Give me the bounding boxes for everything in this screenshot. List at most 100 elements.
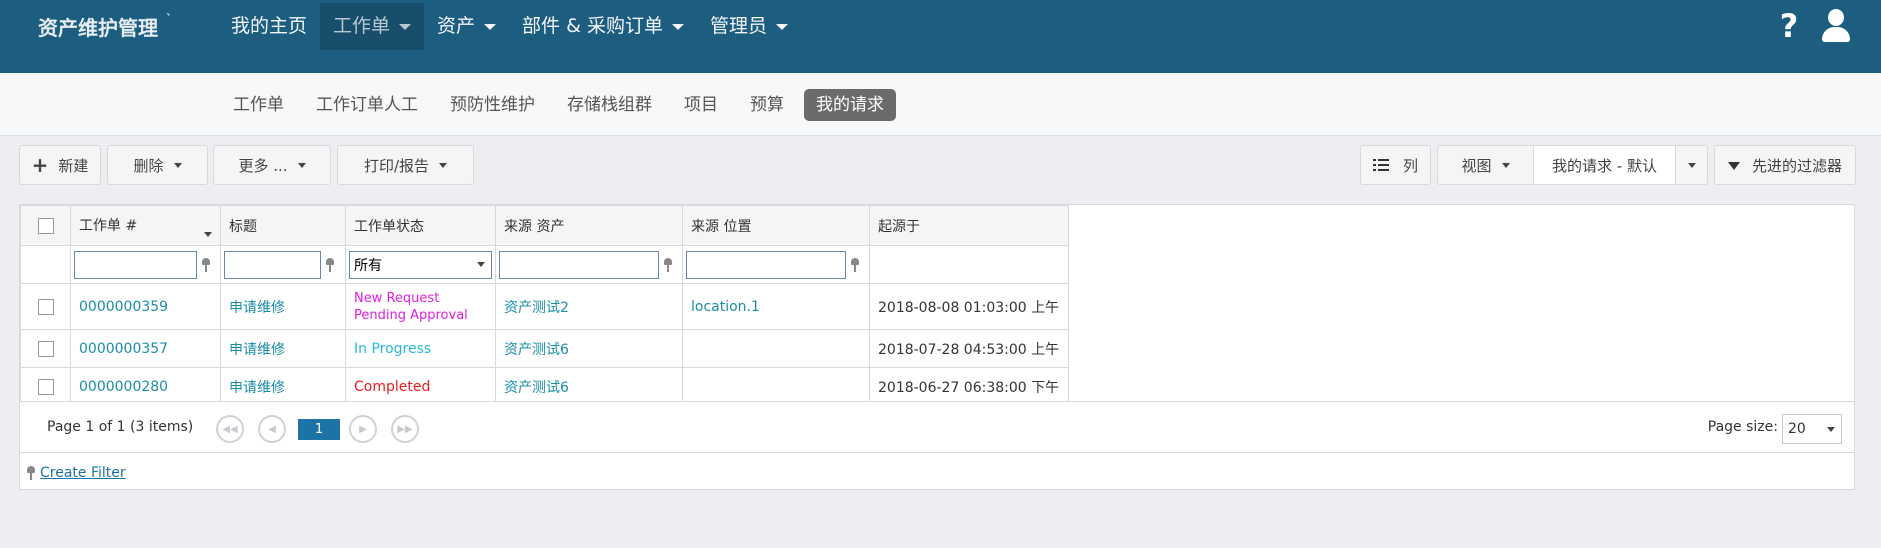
first-page-icon[interactable]: ◀◀: [216, 415, 244, 443]
work-order-number-cell[interactable]: 0000000280: [70, 367, 221, 406]
app-brand-title: 资产维护管理: [38, 16, 158, 40]
table-row[interactable]: 0000000357 申请维修 In Progress 资产测试6 2018-0…: [20, 329, 1069, 368]
delete-button[interactable]: 删除: [107, 145, 208, 185]
print-report-button[interactable]: 打印/报告: [337, 145, 474, 185]
app-brand-mark: `: [166, 12, 172, 26]
source-location-cell[interactable]: [682, 329, 870, 368]
work-order-grid: 工作单 # 标题 工作单状态 来源 资产 来源 位置 起源于 所有 000000…: [19, 204, 1855, 490]
view-button[interactable]: 视图: [1437, 145, 1534, 185]
advanced-filter-button[interactable]: 先进的过滤器: [1714, 145, 1856, 185]
nav-my-home[interactable]: 我的主页: [218, 3, 320, 50]
work-order-number-filter-input[interactable]: [74, 250, 197, 279]
col-header-label: 标题: [229, 218, 257, 235]
source-asset-cell[interactable]: 资产测试2: [495, 283, 683, 330]
nav-parts-purchase-orders[interactable]: 部件 & 采购订单: [509, 3, 697, 50]
view-dropdown-button[interactable]: [1675, 145, 1708, 185]
chevron-down-icon: [1827, 426, 1835, 432]
source-asset-filter-input[interactable]: [499, 250, 659, 279]
status-filter-value: 所有: [354, 257, 382, 274]
more-button[interactable]: 更多 ...: [213, 145, 331, 185]
work-order-table: 工作单 # 标题 工作单状态 来源 资产 来源 位置 起源于 所有 000000…: [20, 205, 1069, 406]
tab-work-orders[interactable]: 工作单: [221, 89, 296, 121]
sub-navbar: 工作单 工作订单人工 预防性维护 存储栈组群 项目 预算 我的请求: [0, 73, 1881, 136]
pin-icon: [26, 466, 36, 480]
origin-cell: 2018-07-28 04:53:00 上午: [869, 329, 1069, 368]
new-button[interactable]: + 新建: [19, 145, 101, 185]
columns-button[interactable]: 列: [1360, 145, 1431, 185]
col-header-work-order-number[interactable]: 工作单 #: [70, 205, 221, 246]
col-header-source-asset[interactable]: 来源 资产: [495, 205, 683, 246]
nav-assets[interactable]: 资产: [424, 3, 509, 50]
tab-preventive-maintenance[interactable]: 预防性维护: [438, 89, 547, 121]
pin-icon[interactable]: [201, 257, 211, 272]
select-all-checkbox[interactable]: [37, 217, 54, 234]
col-header-label: 工作单状态: [354, 218, 424, 235]
nav-admin[interactable]: 管理员: [697, 3, 801, 50]
pin-icon[interactable]: [663, 257, 673, 272]
tab-budgets[interactable]: 预算: [738, 89, 796, 121]
view-selector[interactable]: 我的请求 - 默认: [1533, 145, 1676, 185]
filter-cell: [495, 245, 683, 284]
source-location-cell[interactable]: [682, 367, 870, 406]
chevron-down-icon: [1501, 162, 1510, 168]
create-filter-link[interactable]: Create Filter: [40, 465, 126, 481]
list-icon: [1372, 159, 1389, 171]
tab-my-requests[interactable]: 我的请求: [804, 89, 896, 121]
origin-cell: 2018-06-27 06:38:00 下午: [869, 367, 1069, 406]
top-navbar: 资产维护管理 ` 我的主页 工作单 资产 部件 & 采购订单 管理员 ?: [0, 0, 1881, 73]
row-select-cell: [20, 283, 71, 330]
previous-page-icon[interactable]: ◀: [258, 415, 286, 443]
source-asset-cell[interactable]: 资产测试6: [495, 329, 683, 368]
nav-work-orders[interactable]: 工作单: [320, 3, 425, 50]
next-page-icon[interactable]: ▶: [349, 415, 377, 443]
row-checkbox[interactable]: [37, 298, 54, 315]
col-header-label: 工作单 #: [79, 217, 138, 234]
tab-projects[interactable]: 项目: [672, 89, 730, 121]
nav-my-home-label: 我的主页: [231, 15, 308, 37]
status-filter-select[interactable]: 所有: [349, 250, 492, 279]
pin-icon[interactable]: [850, 257, 860, 272]
row-checkbox[interactable]: [37, 340, 54, 357]
delete-button-label: 删除: [133, 156, 164, 175]
page-size-value: 20: [1788, 421, 1806, 437]
main-menu: 我的主页 工作单 资产 部件 & 采购订单 管理员: [218, 3, 801, 50]
filter-row: 所有: [20, 245, 1069, 284]
last-page-icon[interactable]: ▶▶: [391, 415, 419, 443]
filter-cell: 所有: [345, 245, 496, 284]
more-button-label: 更多 ...: [238, 156, 288, 175]
tab-stack-groups[interactable]: 存储栈组群: [555, 89, 664, 121]
work-order-number-cell[interactable]: 0000000357: [70, 329, 221, 368]
status-line: New Request: [354, 290, 440, 306]
current-page[interactable]: 1: [298, 419, 340, 440]
pin-icon[interactable]: [325, 257, 335, 272]
columns-label: 列: [1402, 156, 1418, 175]
col-header-origin[interactable]: 起源于: [869, 205, 1069, 246]
create-filter: Create Filter: [26, 465, 126, 481]
source-location-cell[interactable]: location.1: [682, 283, 870, 330]
row-checkbox[interactable]: [37, 378, 54, 395]
user-icon[interactable]: [1821, 8, 1851, 42]
chevron-down-icon: [399, 23, 412, 30]
tab-work-order-labor[interactable]: 工作订单人工: [304, 89, 430, 121]
nav-parts-label: 部件 & 采购订单: [522, 15, 663, 37]
col-header-title[interactable]: 标题: [220, 205, 346, 246]
page-size-select[interactable]: 20: [1782, 414, 1842, 444]
title-cell[interactable]: 申请维修: [220, 329, 346, 368]
title-cell[interactable]: 申请维修: [220, 283, 346, 330]
help-icon[interactable]: ?: [1775, 8, 1803, 44]
nav-admin-label: 管理员: [709, 15, 767, 37]
work-order-number-cell[interactable]: 0000000359: [70, 283, 221, 330]
col-header-source-location[interactable]: 来源 位置: [682, 205, 870, 246]
advanced-filter-label: 先进的过滤器: [1751, 156, 1842, 175]
sort-down-icon[interactable]: [204, 231, 212, 237]
title-filter-input[interactable]: [224, 250, 321, 279]
app-brand[interactable]: 资产维护管理 `: [38, 12, 172, 41]
source-location-filter-input[interactable]: [686, 250, 846, 279]
col-header-label: 来源 位置: [691, 218, 752, 235]
row-select-cell: [20, 329, 71, 368]
table-row[interactable]: 0000000359 申请维修 New Request Pending Appro…: [20, 283, 1069, 330]
title-cell[interactable]: 申请维修: [220, 367, 346, 406]
table-row[interactable]: 0000000280 申请维修 Completed 资产测试6 2018-06-…: [20, 367, 1069, 406]
col-header-status[interactable]: 工作单状态: [345, 205, 496, 246]
source-asset-cell[interactable]: 资产测试6: [495, 367, 683, 406]
